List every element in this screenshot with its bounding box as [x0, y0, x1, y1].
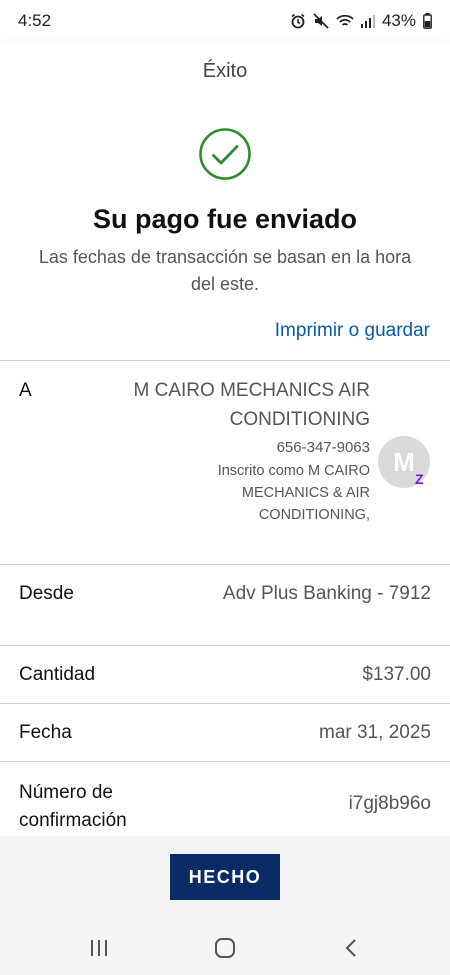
zelle-icon: Z — [415, 471, 424, 487]
payee-enrolled-as: Inscrito como M CAIRO MECHANICS & AIR CO… — [217, 463, 370, 523]
mute-icon — [313, 13, 329, 29]
from-label: Desde — [19, 583, 74, 604]
signal-icon — [360, 15, 375, 28]
avatar-letter: M — [393, 446, 415, 477]
divider — [0, 703, 450, 704]
amount-value: $137.00 — [362, 664, 431, 685]
check-circle-icon — [199, 128, 251, 180]
confirmation-number: i7gj8b96o — [348, 793, 431, 814]
recent-apps-icon[interactable] — [84, 935, 114, 961]
date-label: Fecha — [19, 722, 72, 743]
success-subtitle: Las fechas de transacción se basan en la… — [38, 247, 412, 294]
payee-phone: 656-347-9063 — [276, 439, 370, 456]
app-header: Éxito — [0, 42, 450, 100]
divider — [0, 645, 450, 646]
done-button[interactable]: HECHO — [170, 854, 280, 900]
home-icon[interactable] — [210, 935, 240, 961]
payee-name: M CAIRO MECHANICS AIR CONDITIONING — [133, 380, 370, 430]
from-account: Adv Plus Banking - 7912 — [222, 583, 431, 604]
divider — [0, 564, 450, 565]
date-value: mar 31, 2025 — [319, 722, 431, 743]
confirmation-label: Número de confirmación — [19, 782, 127, 831]
payee-info: M CAIRO MECHANICS AIR CONDITIONING 656-3… — [130, 376, 370, 526]
amount-label: Cantidad — [19, 664, 96, 685]
battery-percent: 43% — [381, 11, 416, 30]
alarm-icon — [291, 13, 305, 29]
status-bar: 4:52 43% — [0, 0, 450, 42]
divider — [0, 761, 450, 762]
print-or-save-link[interactable]: Imprimir o guardar — [275, 320, 430, 342]
battery-icon — [423, 13, 432, 29]
status-icons: 43% — [290, 11, 432, 31]
status-time: 4:52 — [18, 11, 52, 30]
success-title: Su pago fue enviado — [92, 204, 358, 234]
back-icon[interactable] — [336, 935, 366, 961]
page-title: Éxito — [202, 59, 248, 82]
to-label: A — [19, 380, 32, 401]
system-nav-bar — [0, 921, 450, 975]
wifi-icon — [336, 14, 354, 26]
divider — [0, 360, 450, 361]
